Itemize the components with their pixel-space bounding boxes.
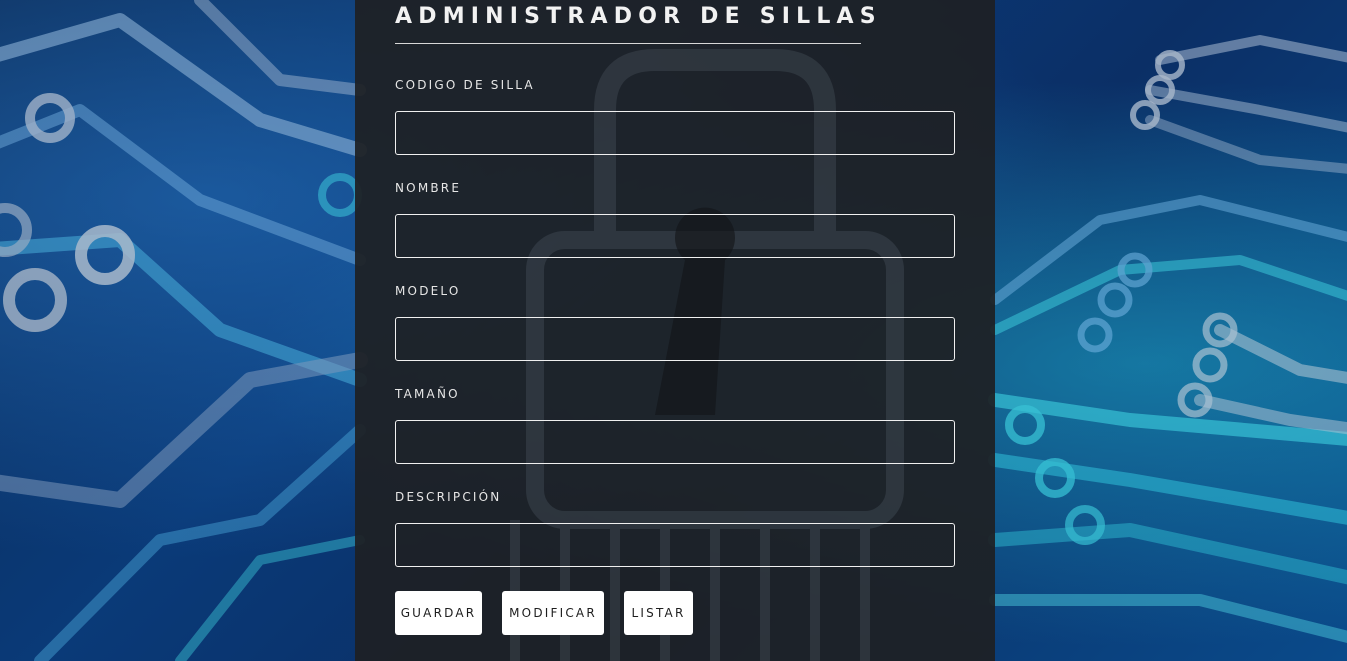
descripcion-input[interactable] <box>395 523 955 567</box>
modelo-input[interactable] <box>395 317 955 361</box>
nombre-label: NOMBRE <box>395 181 462 195</box>
descripcion-label: DESCRIPCIÓN <box>395 490 502 504</box>
tamano-input[interactable] <box>395 420 955 464</box>
title-underline <box>395 43 861 44</box>
listar-button[interactable]: LISTAR <box>624 591 693 635</box>
modelo-label: MODELO <box>395 284 461 298</box>
page-title: ADMINISTRADOR DE SILLAS <box>395 4 882 29</box>
tamano-label: TAMAÑO <box>395 387 460 401</box>
modificar-button[interactable]: MODIFICAR <box>502 591 604 635</box>
codigo-input[interactable] <box>395 111 955 155</box>
codigo-label: CODIGO DE SILLA <box>395 78 535 92</box>
form-panel: ADMINISTRADOR DE SILLAS CODIGO DE SILLA … <box>355 0 995 661</box>
nombre-input[interactable] <box>395 214 955 258</box>
guardar-button[interactable]: GUARDAR <box>395 591 482 635</box>
